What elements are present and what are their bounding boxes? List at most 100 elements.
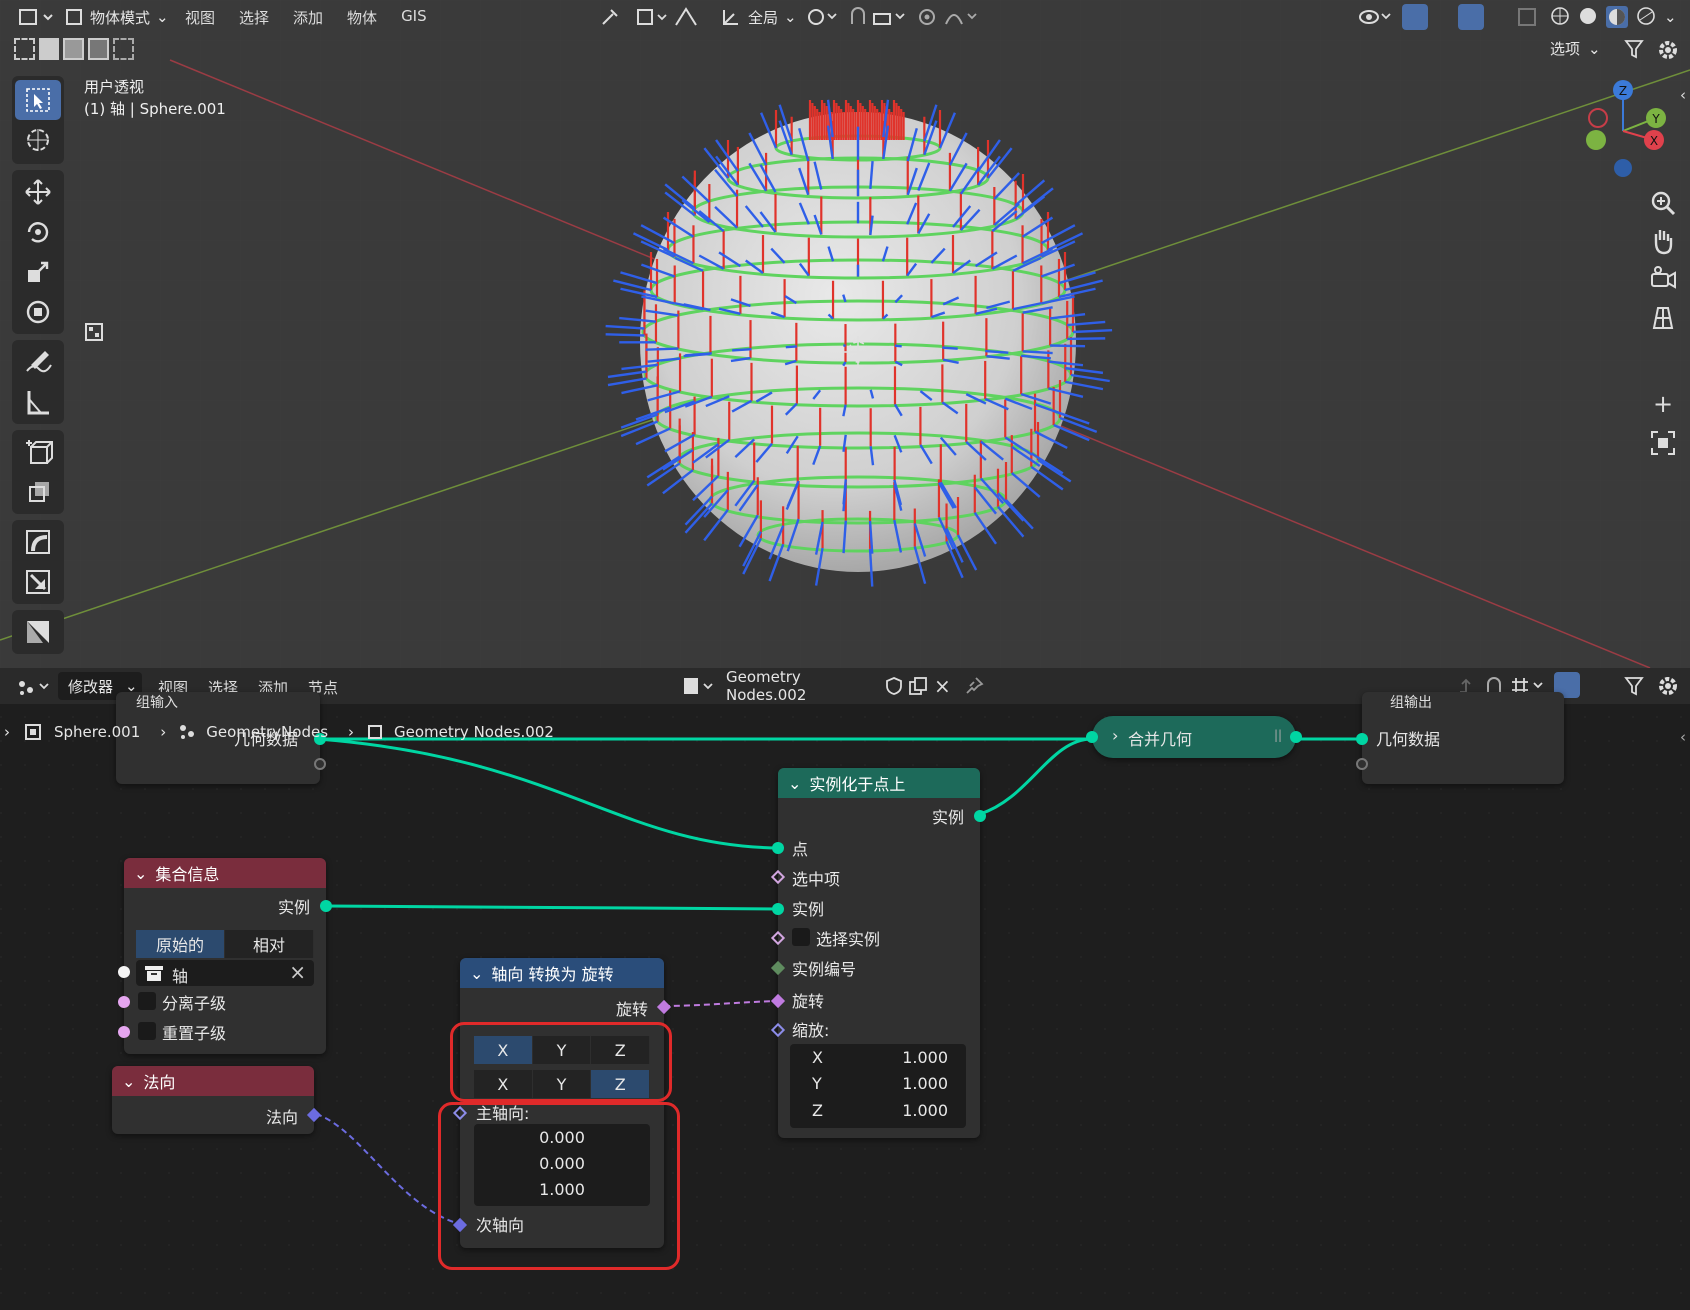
falloff-icon[interactable]	[944, 6, 980, 28]
select-invert-icon[interactable]	[88, 38, 110, 60]
transform-tool[interactable]	[15, 292, 61, 332]
separate-children-checkbox[interactable]	[138, 992, 156, 1010]
clear-icon[interactable]: ×	[289, 960, 306, 984]
scale-tool[interactable]	[15, 252, 61, 292]
chevron-down-icon[interactable]: ⌄	[134, 864, 147, 883]
select-intersect-icon[interactable]	[113, 38, 134, 60]
pivot-icon[interactable]	[806, 6, 840, 28]
cursor-tool[interactable]	[15, 120, 61, 160]
close-icon[interactable]: ×	[934, 674, 954, 698]
preview-icon[interactable]	[84, 322, 104, 342]
eyedropper-icon[interactable]	[600, 7, 620, 27]
xray-icon[interactable]	[1516, 6, 1540, 28]
breadcrumb-modifier[interactable]: GeometryNodes	[206, 723, 328, 741]
pick-instance-checkbox[interactable]	[792, 928, 810, 946]
gear-icon[interactable]	[1656, 674, 1680, 698]
node-normal[interactable]: ⌄ 法向 法向	[112, 1066, 322, 1134]
pin-icon[interactable]	[964, 676, 984, 696]
node-editor[interactable]: 修改器 ⌄ 视图 选择 添加 节点 Geometry Nodes.002 × 组…	[0, 668, 1690, 1310]
select-subtract-icon[interactable]	[63, 38, 85, 60]
node-collection-info[interactable]: ⌄ 集合信息 实例 原始的 相对 轴 × 分离子级 重置子级	[118, 858, 332, 1054]
node-tree-browse-icon[interactable]	[682, 674, 718, 698]
option-original[interactable]: 原始的	[136, 930, 225, 958]
geometry-input-socket[interactable]	[1356, 733, 1368, 745]
overlay-toggle-icon[interactable]	[1458, 4, 1504, 30]
select-new-icon[interactable]	[14, 38, 35, 60]
material-shading-icon[interactable]	[1606, 6, 1628, 28]
collection-field[interactable]: 轴 ×	[136, 960, 314, 986]
custom-tool-icon[interactable]	[15, 612, 61, 652]
editor-type-icon[interactable]	[18, 6, 54, 28]
node-group-output[interactable]: 组输出 几何数据	[1356, 692, 1564, 784]
wireframe-shading-icon[interactable]	[1550, 6, 1570, 26]
visibility-icon[interactable]	[1358, 6, 1394, 28]
shear-tool[interactable]	[15, 522, 61, 562]
virtual-socket[interactable]	[314, 758, 326, 770]
sidebar-toggle-icon[interactable]: ‹	[1680, 86, 1686, 104]
instances-output-socket[interactable]	[320, 900, 332, 912]
navigation-gizmo[interactable]: Z Y X	[1568, 76, 1678, 186]
select-box-tool[interactable]	[15, 80, 61, 120]
measure-tool[interactable]	[15, 382, 61, 422]
hand-pan-icon[interactable]	[1648, 226, 1678, 256]
node-join-geometry[interactable]: › 合并几何 ||	[1086, 716, 1302, 758]
solid-shading-icon[interactable]	[1578, 6, 1598, 26]
proportional-edit-icon[interactable]	[918, 8, 936, 26]
node-instance-on-points[interactable]: ⌄ 实例化于点上 实例 点 选中项 实例 选择实例 实例编号 旋转 缩放: X …	[770, 768, 986, 1138]
add-cube-tool[interactable]	[15, 432, 61, 472]
add-icon[interactable]: +	[1650, 390, 1676, 418]
scale-y-value[interactable]: 1.000	[902, 1074, 948, 1093]
menu-add[interactable]: 添加	[293, 7, 323, 28]
menu-select[interactable]: 选择	[239, 7, 269, 28]
frame-selected-icon[interactable]	[1648, 428, 1678, 458]
menu-gis[interactable]: GIS	[401, 7, 427, 28]
chevron-down-icon[interactable]: ⌄	[788, 774, 801, 793]
node-collapse-icon[interactable]: ›	[1112, 726, 1118, 745]
editor-type-icon[interactable]	[16, 676, 52, 698]
instances-output-socket[interactable]	[974, 810, 986, 822]
option-relative[interactable]: 相对	[225, 930, 314, 958]
join-input-socket[interactable]	[1086, 731, 1098, 743]
scale-z-value[interactable]: 1.000	[902, 1101, 948, 1120]
chevron-down-icon[interactable]: ⌄	[1664, 8, 1682, 26]
extrude-tool[interactable]	[15, 472, 61, 512]
menu-view[interactable]: 视图	[185, 7, 215, 28]
mode-select[interactable]: 物体模式 ⌄	[66, 6, 169, 28]
gear-icon[interactable]	[1656, 38, 1680, 62]
chevron-down-icon[interactable]: ⌄	[122, 1072, 135, 1091]
snap-increment-icon[interactable]	[872, 6, 908, 28]
separate-children-socket[interactable]	[118, 996, 130, 1008]
duplicate-icon[interactable]	[908, 676, 928, 696]
viewport-scene[interactable]	[0, 0, 1690, 668]
reset-children-socket[interactable]	[118, 1026, 130, 1038]
move-tool[interactable]	[15, 172, 61, 212]
annotate-tool[interactable]	[15, 342, 61, 382]
rotate-tool[interactable]	[15, 212, 61, 252]
gizmo-toggle-icon[interactable]	[1402, 4, 1448, 30]
join-output-socket[interactable]	[1290, 731, 1302, 743]
fake-user-shield-icon[interactable]	[884, 676, 904, 696]
rendered-shading-icon[interactable]	[1636, 6, 1656, 26]
select-extend-icon[interactable]	[38, 38, 60, 60]
instance-input-socket[interactable]	[772, 903, 784, 915]
3d-viewport[interactable]: 物体模式 ⌄ 视图 选择 添加 物体 GIS 全局 ⌄ ⌄ 选项 ⌄ 用户透视 …	[0, 0, 1690, 668]
proportional-icon[interactable]	[674, 5, 698, 29]
snap-magnet-icon[interactable]	[848, 6, 868, 28]
snap-target-icon[interactable]	[636, 7, 670, 27]
breadcrumb-tree[interactable]: Geometry Nodes.002	[394, 723, 554, 741]
filter-icon[interactable]	[1624, 675, 1644, 697]
breadcrumb-object[interactable]: Sphere.001	[54, 723, 140, 741]
chevron-down-icon[interactable]: ⌄	[470, 964, 483, 983]
collection-input-socket[interactable]	[118, 966, 130, 978]
points-input-socket[interactable]	[772, 842, 784, 854]
virtual-socket[interactable]	[1356, 758, 1368, 770]
perspective-toggle-icon[interactable]	[1648, 302, 1678, 332]
scale-x-value[interactable]: 1.000	[902, 1048, 948, 1067]
camera-view-icon[interactable]	[1648, 264, 1678, 294]
sidebar-toggle-icon[interactable]: ‹	[1680, 728, 1686, 746]
breadcrumb-expand-icon[interactable]: ›	[4, 723, 10, 741]
shrink-tool[interactable]	[15, 562, 61, 602]
options-select[interactable]: 选项 ⌄	[1550, 38, 1601, 59]
filter-icon[interactable]	[1624, 38, 1644, 60]
node-group-name[interactable]: Geometry Nodes.002	[720, 668, 880, 704]
